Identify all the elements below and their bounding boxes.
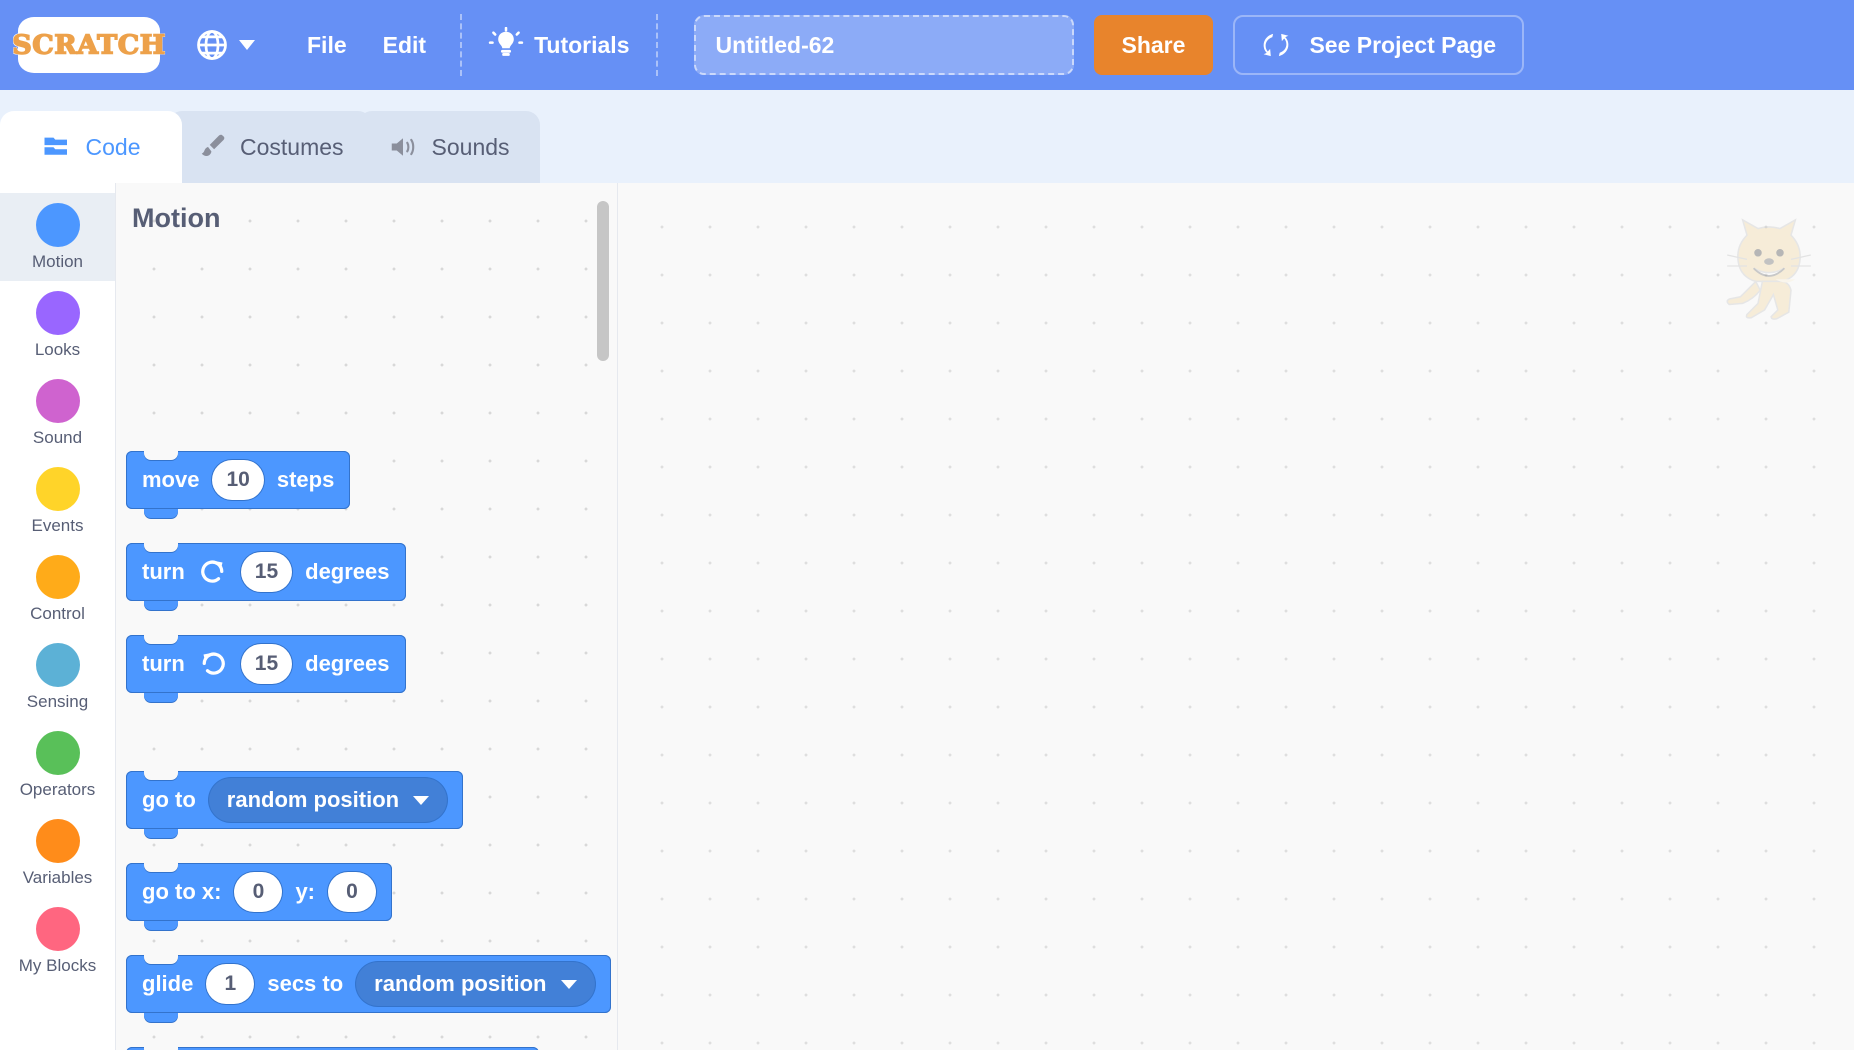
scratch-logo[interactable]: SCRATCH [12, 17, 166, 73]
palette-scrollbar-thumb[interactable] [597, 201, 609, 361]
tab-bar: Code Costumes Sounds [0, 90, 1854, 183]
menu-divider-2 [655, 14, 658, 76]
chevron-down-icon [413, 795, 430, 805]
block-go-to-xy-y-input[interactable]: 0 [328, 872, 376, 912]
speaker-icon [388, 132, 418, 162]
workspace-dot-grid [618, 183, 1854, 1050]
category-sensing[interactable]: Sensing [0, 633, 115, 721]
tab-costumes[interactable]: Costumes [168, 111, 372, 183]
category-my-blocks-label: My Blocks [18, 955, 97, 975]
block-turn-counterclockwise[interactable]: turn 15 degrees [126, 635, 406, 702]
block-go-to-xy-label-pre: go to x: [142, 879, 222, 904]
category-variables-dot [35, 818, 80, 863]
scratch-logo-blob: SCRATCH [12, 17, 166, 73]
category-events[interactable]: Events [0, 457, 115, 545]
category-sidebar: Motion Looks Sound Events Control Sensin… [0, 183, 116, 1050]
category-operators-label: Operators [19, 779, 96, 799]
block-go-to-dropdown-value: random position [226, 787, 400, 812]
turn-clockwise-icon [198, 557, 228, 587]
block-turn-cw-degrees-input[interactable]: 15 [240, 552, 293, 592]
category-sensing-dot [35, 642, 80, 687]
palette-scrollbar[interactable] [595, 183, 611, 1050]
tutorials-label: Tutorials [534, 31, 630, 58]
tab-costumes-label: Costumes [240, 133, 344, 160]
block-move-steps[interactable]: move 10 steps [126, 451, 351, 518]
chevron-down-icon [239, 40, 255, 50]
category-sound-dot [35, 378, 80, 423]
block-move-label-post: steps [276, 467, 335, 492]
block-glide-to-dropdown-value: random position [374, 971, 547, 996]
category-operators[interactable]: Operators [0, 721, 115, 809]
block-palette[interactable]: Motion move 10 steps turn 15 degrees tur… [116, 183, 618, 1050]
block-glide-to-secs-input[interactable]: 1 [206, 964, 255, 1004]
category-looks-label: Looks [34, 339, 81, 359]
see-project-page-button[interactable]: See Project Page [1233, 15, 1525, 75]
block-go-to-label: go to [142, 787, 196, 812]
block-glide-to-label-pre: glide [142, 971, 194, 996]
block-go-to-dropdown[interactable]: random position [208, 778, 448, 822]
tutorials-button[interactable]: Tutorials [478, 21, 639, 69]
block-turn-ccw-label-pre: turn [142, 651, 185, 676]
editor-body: Motion Looks Sound Events Control Sensin… [0, 183, 1854, 1050]
category-motion[interactable]: Motion [0, 193, 115, 281]
category-control-label: Control [30, 603, 85, 623]
menu-item-edit[interactable]: Edit [365, 22, 444, 69]
paintbrush-icon [196, 132, 226, 162]
category-motion-label: Motion [31, 251, 84, 271]
category-sound-label: Sound [32, 427, 83, 447]
see-inside-icon [1261, 31, 1291, 59]
block-go-to-xy-x-input[interactable]: 0 [234, 872, 283, 912]
block-turn-cw-label-post: degrees [305, 559, 390, 584]
block-move-label-pre: move [142, 467, 200, 492]
code-workspace[interactable] [618, 183, 1854, 1050]
category-operators-dot [35, 730, 80, 775]
category-events-dot [35, 466, 80, 511]
category-control-dot [35, 554, 80, 599]
category-sound[interactable]: Sound [0, 369, 115, 457]
palette-heading: Motion [132, 203, 221, 233]
category-looks-dot [35, 290, 80, 335]
menu-divider [460, 14, 463, 76]
scratch-cat-watermark-icon [1714, 211, 1824, 321]
tab-code-label: Code [85, 133, 141, 160]
block-turn-clockwise[interactable]: turn 15 degrees [126, 543, 406, 610]
block-move-steps-input[interactable]: 10 [212, 460, 264, 500]
block-turn-ccw-degrees-input[interactable]: 15 [240, 644, 293, 684]
category-control[interactable]: Control [0, 545, 115, 633]
tab-sounds[interactable]: Sounds [357, 111, 540, 183]
tab-code[interactable]: Code [0, 111, 182, 183]
category-events-label: Events [31, 515, 84, 535]
block-go-to[interactable]: go to random position [126, 771, 464, 838]
share-button[interactable]: Share [1093, 15, 1214, 75]
category-my-blocks-dot [35, 906, 80, 951]
block-turn-cw-label-pre: turn [142, 559, 185, 584]
menu-bar: SCRATCH File Edit Tutorials Untitled-62 … [0, 0, 1854, 90]
block-turn-ccw-label-post: degrees [305, 651, 390, 676]
tab-sounds-label: Sounds [431, 133, 510, 160]
category-looks[interactable]: Looks [0, 281, 115, 369]
lightbulb-icon [488, 27, 524, 63]
category-variables-label: Variables [22, 867, 93, 887]
project-title-input[interactable] [693, 15, 1074, 75]
block-glide-to-dropdown[interactable]: random position [356, 962, 595, 1006]
block-glide-to[interactable]: glide 1 secs to random position [126, 955, 611, 1022]
category-variables[interactable]: Variables [0, 809, 115, 897]
chevron-down-icon [560, 979, 577, 989]
block-glide-to-label-mid: secs to [267, 971, 344, 996]
turn-counterclockwise-icon [198, 649, 228, 679]
see-project-page-label: See Project Page [1309, 31, 1497, 58]
block-go-to-xy[interactable]: go to x: 0 y: 0 [126, 863, 392, 930]
category-motion-dot [35, 202, 80, 247]
scratch-logo-text: SCRATCH [12, 29, 166, 60]
category-sensing-label: Sensing [26, 691, 89, 711]
code-blocks-icon [42, 132, 72, 162]
menu-item-file[interactable]: File [289, 22, 365, 69]
globe-icon [194, 27, 230, 63]
category-my-blocks[interactable]: My Blocks [0, 897, 115, 985]
block-go-to-xy-label-mid: y: [295, 879, 315, 904]
language-selector[interactable] [186, 21, 263, 69]
